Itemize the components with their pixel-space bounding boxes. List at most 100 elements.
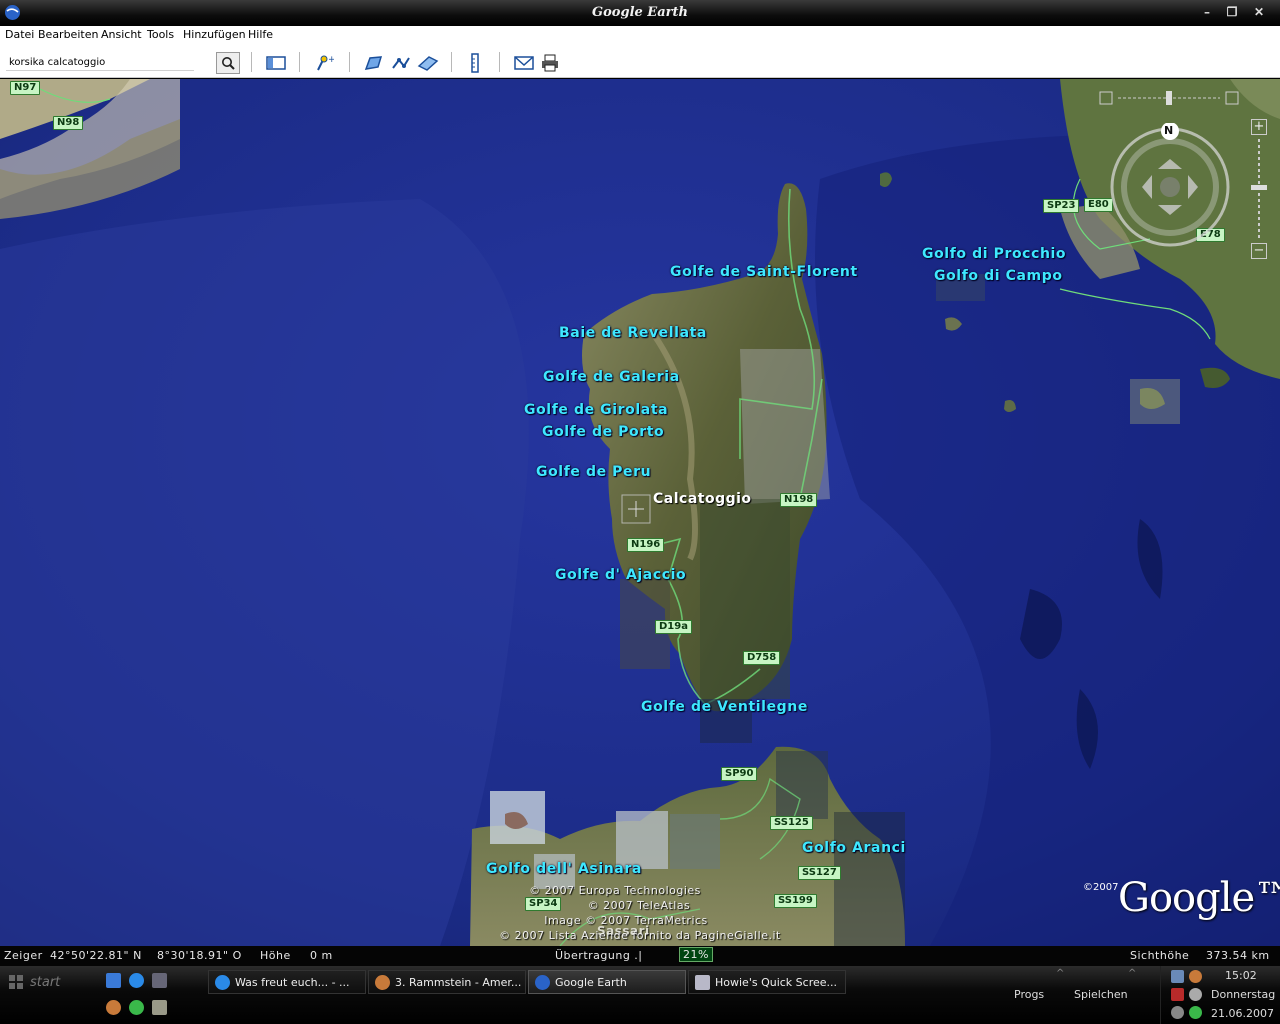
road-shield[interactable]: N196 — [627, 538, 665, 552]
toolbar-spielchen[interactable]: Spielchen — [1074, 988, 1128, 1001]
menu-hilfe[interactable]: Hilfe — [248, 28, 273, 41]
gulf-label[interactable]: Golfo di Procchio — [922, 246, 1066, 262]
title-bar[interactable]: Google Earth – ❐ ✕ — [0, 0, 1280, 26]
gulf-label[interactable]: Golfe d' Ajaccio — [555, 567, 686, 583]
imagery-credit: © 2007 Lista Aziende fornito da PagineGi… — [499, 929, 781, 942]
google-watermark: Google™ — [1118, 875, 1280, 921]
gulf-label[interactable]: Golfo di Campo — [934, 268, 1063, 284]
zoom-in-button[interactable]: + — [1251, 119, 1267, 135]
toolbar-progs[interactable]: Progs — [1014, 988, 1044, 1001]
chevron-up-icon[interactable]: ^ — [1128, 968, 1136, 979]
taskbar: start Was freut euch... - ... 3. Rammste… — [0, 966, 1280, 1024]
zoom-out-button[interactable]: − — [1251, 243, 1267, 259]
media-player-icon[interactable] — [152, 973, 167, 988]
internet-explorer-icon[interactable] — [129, 973, 144, 988]
network-icon[interactable] — [1171, 970, 1184, 983]
taskbar-item-active[interactable]: Google Earth — [528, 970, 686, 994]
zoom-slider[interactable]: + − — [1251, 119, 1267, 259]
add-path-button[interactable] — [389, 52, 413, 74]
compass-north-label[interactable]: N — [1164, 124, 1173, 137]
toolbar-separator — [299, 52, 300, 72]
menu-hinzufuegen[interactable]: Hinzufügen — [183, 28, 246, 41]
toolbar-separator — [451, 52, 452, 72]
toolbar-separator — [349, 52, 350, 72]
antivirus-icon[interactable] — [1171, 988, 1184, 1001]
internet-explorer-icon — [215, 974, 230, 990]
search-button[interactable] — [216, 52, 240, 74]
earth-3d-view[interactable]: Golfe de Saint-Florent Baie de Revellata… — [0, 79, 1280, 946]
road-shield[interactable]: SS127 — [798, 866, 841, 880]
close-button[interactable]: ✕ — [1248, 4, 1270, 21]
road-shield[interactable]: N98 — [53, 116, 84, 130]
gulf-label[interactable]: Golfe de Peru — [536, 464, 651, 480]
clock-time[interactable]: 15:02 — [1225, 969, 1257, 982]
streaming-progress: 21% — [679, 947, 713, 962]
streaming-label: Übertragung .| — [555, 949, 643, 962]
app-flower-icon[interactable] — [129, 1000, 144, 1015]
menu-ansicht[interactable]: Ansicht — [101, 28, 142, 41]
system-tray: 15:02 Donnerstag 21.06.2007 — [1160, 966, 1280, 1024]
imagery-credit: Image © 2007 TerraMetrics — [544, 914, 708, 927]
gulf-label[interactable]: Golfe de Porto — [542, 424, 664, 440]
email-button[interactable] — [512, 52, 536, 74]
toolbar: + — [0, 45, 1280, 78]
ruler-icon — [471, 53, 479, 73]
app-face-icon[interactable] — [106, 1000, 121, 1015]
print-icon — [542, 54, 558, 72]
toolbar-separator — [251, 52, 252, 72]
taskbar-item[interactable]: 3. Rammstein - Amer... — [368, 970, 526, 994]
quick-launch — [106, 973, 167, 988]
ruler-button[interactable] — [463, 52, 487, 74]
taskbar-item[interactable]: Howie's Quick Scree... — [688, 970, 846, 994]
height-value: 0 m — [310, 949, 333, 962]
gulf-label[interactable]: Golfo Aranci — [802, 840, 906, 856]
taskbar-item[interactable]: Was freut euch... - ... — [208, 970, 366, 994]
gulf-label[interactable]: Golfo dell' Asinara — [486, 861, 642, 877]
search-input[interactable] — [6, 54, 194, 71]
add-polygon-button[interactable] — [362, 52, 386, 74]
gulf-label[interactable]: Golfe de Ventilegne — [641, 699, 808, 715]
google-earth-icon — [535, 974, 550, 990]
navigation-compass[interactable]: N — [1106, 122, 1234, 251]
gulf-label[interactable]: Golfe de Saint-Florent — [670, 264, 858, 280]
app-tool-icon[interactable] — [152, 1000, 167, 1015]
desktop-icon[interactable] — [106, 973, 121, 988]
menu-bearbeiten[interactable]: Bearbeiten — [38, 28, 98, 41]
sidebar-toggle-button[interactable] — [264, 52, 288, 74]
tray-icon[interactable] — [1171, 1006, 1184, 1019]
add-placemark-button[interactable]: + — [312, 52, 336, 74]
polygon-icon — [364, 56, 383, 70]
print-button[interactable] — [538, 52, 562, 74]
road-shield[interactable]: SS125 — [770, 816, 813, 830]
maximize-button[interactable]: ❐ — [1221, 4, 1243, 21]
gulf-label[interactable]: Baie de Revellata — [559, 325, 707, 341]
google-earth-window: Google Earth – ❐ ✕ Datei Bearbeiten Ansi… — [0, 0, 1280, 966]
menu-tools[interactable]: Tools — [147, 28, 174, 41]
road-shield[interactable]: D758 — [743, 651, 781, 665]
tilt-slider[interactable] — [1098, 89, 1240, 107]
road-shield[interactable]: N198 — [780, 493, 818, 507]
start-button[interactable]: start — [8, 970, 94, 994]
window-title: Google Earth — [592, 5, 688, 20]
road-shield[interactable]: D19a — [655, 620, 692, 634]
eye-altitude-value: 373.54 km — [1206, 949, 1270, 962]
gulf-label[interactable]: Golfe de Girolata — [524, 402, 668, 418]
imagery-credit: © 2007 Europa Technologies — [529, 884, 701, 897]
app-tray-icon[interactable] — [1189, 970, 1202, 983]
placemark-icon: + — [317, 55, 334, 71]
town-label[interactable]: Calcatoggio — [653, 491, 752, 507]
tray-icon[interactable] — [1189, 1006, 1202, 1019]
zoom-thumb[interactable] — [1251, 185, 1267, 190]
tilt-slider-icon — [1099, 91, 1239, 105]
add-image-overlay-button[interactable] — [416, 52, 440, 74]
menu-datei[interactable]: Datei — [5, 28, 34, 41]
road-shield[interactable]: SP90 — [721, 767, 758, 781]
windows-logo-icon — [9, 975, 23, 989]
chevron-up-icon[interactable]: ^ — [1056, 968, 1064, 979]
minimize-button[interactable]: – — [1196, 4, 1218, 21]
road-shield[interactable]: SP23 — [1043, 199, 1080, 213]
gulf-label[interactable]: Golfe de Galeria — [543, 369, 680, 385]
volume-icon[interactable] — [1189, 988, 1202, 1001]
road-shield[interactable]: N97 — [10, 81, 41, 95]
imagery-credit: © 2007 TeleAtlas — [587, 899, 691, 912]
